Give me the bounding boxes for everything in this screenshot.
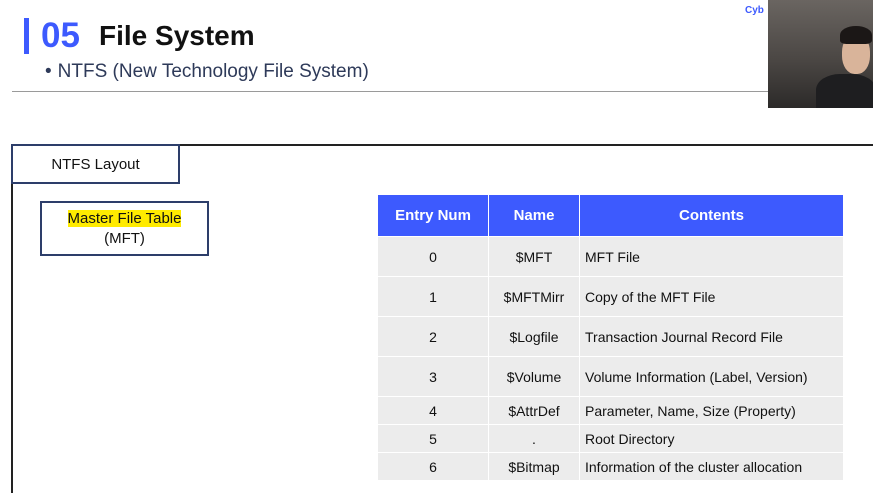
table-row: 4 $AttrDef Parameter, Name, Size (Proper…	[377, 396, 844, 425]
table-row: 5 . Root Directory	[377, 424, 844, 453]
entry-num-cell: 0	[377, 236, 489, 277]
entry-num-cell: 6	[377, 452, 489, 481]
table-row: 6 $Bitmap Information of the cluster all…	[377, 452, 844, 481]
ntfs-layout-tab: NTFS Layout	[11, 144, 180, 184]
contents-cell: Root Directory	[579, 424, 844, 453]
presenter-hair	[840, 26, 872, 44]
name-cell: $Logfile	[488, 316, 580, 357]
contents-cell: MFT File	[579, 236, 844, 277]
subtitle-text: NTFS (New Technology File System)	[57, 61, 369, 82]
name-cell: $MFTMirr	[488, 276, 580, 317]
header-contents: Contents	[579, 194, 844, 237]
table-row: 2 $Logfile Transaction Journal Record Fi…	[377, 316, 844, 357]
header-divider	[12, 91, 768, 92]
mft-box: Master File Table (MFT)	[40, 201, 209, 256]
section-title: File System	[99, 20, 255, 51]
contents-cell: Information of the cluster allocation	[579, 452, 844, 481]
webcam-label: Cyb	[745, 5, 764, 16]
table-row: 0 $MFT MFT File	[377, 236, 844, 277]
section-accent-bar	[24, 18, 29, 54]
contents-cell: Transaction Journal Record File	[579, 316, 844, 357]
header-name: Name	[488, 194, 580, 237]
contents-cell: Volume Information (Label, Version)	[579, 356, 844, 397]
entry-num-cell: 5	[377, 424, 489, 453]
header-entry-num: Entry Num	[377, 194, 489, 237]
section-number: 05	[41, 16, 80, 55]
name-cell: $AttrDef	[488, 396, 580, 425]
entry-num-cell: 4	[377, 396, 489, 425]
contents-cell: Parameter, Name, Size (Property)	[579, 396, 844, 425]
table-row: 3 $Volume Volume Information (Label, Ver…	[377, 356, 844, 397]
webcam-feed	[768, 0, 873, 108]
name-cell: $MFT	[488, 236, 580, 277]
bullet: •	[45, 61, 52, 82]
table-header-row: Entry Num Name Contents	[377, 194, 844, 237]
table-row: 1 $MFTMirr Copy of the MFT File	[377, 276, 844, 317]
presenter-body	[816, 74, 873, 108]
subtitle: • NTFS (New Technology File System)	[45, 60, 369, 84]
name-cell: $Volume	[488, 356, 580, 397]
mft-entries-table: Entry Num Name Contents 0 $MFT MFT File …	[377, 194, 844, 481]
contents-cell: Copy of the MFT File	[579, 276, 844, 317]
mft-highlighted-label: Master File Table	[67, 210, 182, 227]
entry-num-cell: 1	[377, 276, 489, 317]
name-cell: $Bitmap	[488, 452, 580, 481]
mft-abbrev: (MFT)	[104, 230, 145, 247]
name-cell: .	[488, 424, 580, 453]
entry-num-cell: 2	[377, 316, 489, 357]
entry-num-cell: 3	[377, 356, 489, 397]
